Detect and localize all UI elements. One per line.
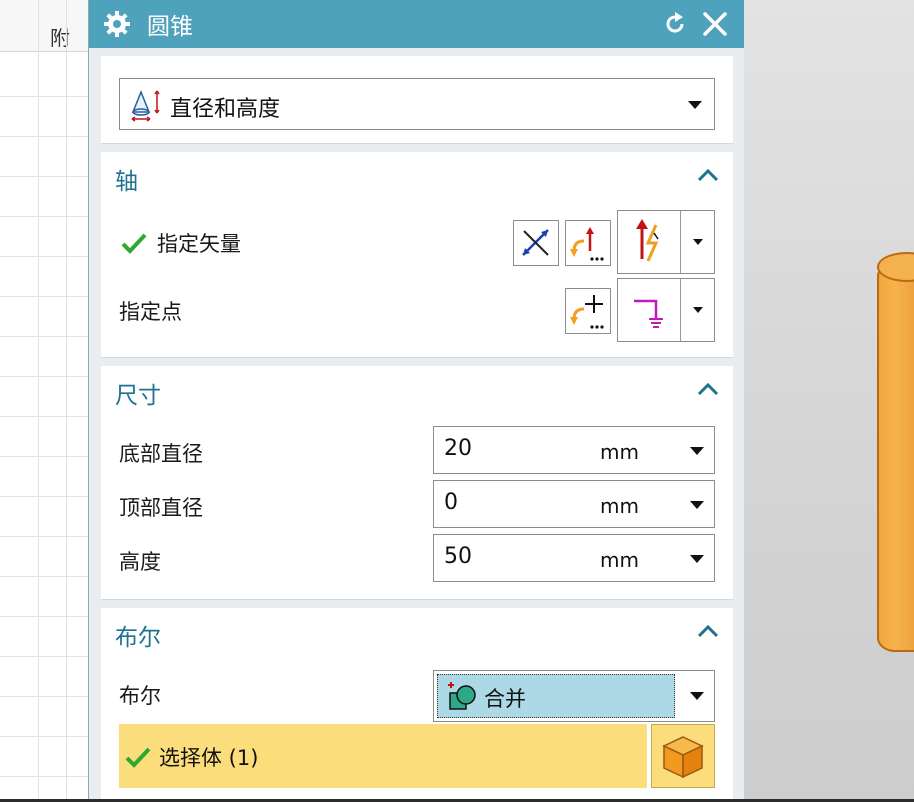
top-diameter-unit: mm	[600, 494, 639, 518]
grid-line	[0, 296, 90, 297]
grid-line	[0, 256, 90, 257]
chevron-down-icon[interactable]	[690, 555, 704, 563]
reverse-direction-button[interactable]	[513, 220, 559, 266]
top-diameter-label: 顶部直径	[119, 496, 203, 520]
axis-panel: 轴 指定矢量 指定点	[101, 152, 733, 358]
background-grid: 附	[0, 0, 90, 802]
dialog-titlebar: 圆锥	[89, 0, 744, 48]
grid-line	[0, 576, 90, 577]
inferred-point-icon	[634, 299, 663, 328]
height-field[interactable]: 50 mm	[433, 534, 715, 582]
grid-line	[66, 0, 67, 802]
height-unit: mm	[600, 548, 639, 572]
dimensions-section-title[interactable]: 尺寸	[115, 376, 161, 410]
point-dialog-icon	[570, 295, 604, 329]
cylinder-body[interactable]	[877, 262, 914, 652]
check-icon	[125, 747, 151, 768]
grid-line	[0, 496, 90, 497]
cone-type-value: 直径和高度	[170, 97, 281, 122]
boolean-value: 合并	[484, 687, 526, 711]
dialog-title: 圆锥	[147, 14, 193, 40]
cone-type-dropdown[interactable]: 直径和高度	[119, 78, 715, 130]
grid-line	[0, 96, 90, 97]
chevron-down-icon[interactable]	[690, 501, 704, 509]
grid-line	[0, 776, 90, 777]
chevron-down-icon[interactable]	[690, 447, 704, 455]
vector-dialog-button[interactable]	[565, 220, 611, 266]
inferred-point-dropdown[interactable]	[617, 278, 715, 342]
type-panel: 直径和高度	[101, 56, 733, 144]
top-diameter-value: 0	[444, 490, 458, 515]
grid-line	[0, 536, 90, 537]
reverse-direction-icon	[522, 229, 549, 256]
bottom-diameter-value: 20	[444, 436, 472, 461]
select-body-label: 选择体 (1)	[159, 746, 259, 770]
grid-line	[0, 656, 90, 657]
reset-icon[interactable]	[662, 11, 688, 37]
column-header-label: 附	[50, 26, 70, 50]
grid-line	[0, 136, 90, 137]
top-diameter-field[interactable]: 0 mm	[433, 480, 715, 528]
inferred-vector-dropdown[interactable]	[617, 210, 715, 274]
specify-point-label: 指定点	[119, 300, 182, 324]
chevron-up-icon[interactable]	[697, 624, 719, 638]
check-icon	[121, 233, 147, 254]
grid-line	[0, 336, 90, 337]
grid-line	[0, 696, 90, 697]
select-body-row[interactable]: 选择体 (1)	[119, 724, 647, 788]
grid-line	[0, 176, 90, 177]
grid-line	[0, 376, 90, 377]
grid-line	[0, 216, 90, 217]
close-icon[interactable]	[702, 11, 728, 37]
boolean-selected-option: 合并	[437, 674, 675, 718]
chevron-down-icon	[688, 101, 702, 109]
bottom-diameter-label: 底部直径	[119, 442, 203, 466]
grid-line	[0, 456, 90, 457]
vector-dialog-icon	[570, 227, 604, 261]
chevron-up-icon[interactable]	[697, 168, 719, 182]
chevron-down-icon	[693, 239, 703, 245]
axis-section-title[interactable]: 轴	[115, 162, 138, 196]
grid-line	[0, 736, 90, 737]
boolean-section-title[interactable]: 布尔	[115, 618, 161, 652]
chevron-down-icon	[693, 307, 703, 313]
chevron-up-icon[interactable]	[697, 382, 719, 396]
height-value: 50	[444, 544, 472, 569]
bottom-diameter-field[interactable]: 20 mm	[433, 426, 715, 474]
grid-line	[0, 416, 90, 417]
grid-line	[0, 616, 90, 617]
unite-icon	[448, 682, 476, 710]
bottom-diameter-unit: mm	[600, 440, 639, 464]
column-header: 附	[0, 0, 90, 52]
boolean-label: 布尔	[119, 684, 161, 708]
chevron-down-icon	[690, 692, 704, 700]
cone-diameter-height-icon	[131, 89, 160, 122]
gear-icon[interactable]	[103, 10, 131, 38]
boolean-dropdown[interactable]: 合并	[433, 670, 715, 722]
point-dialog-button[interactable]	[565, 288, 611, 334]
solid-body-icon	[662, 736, 704, 779]
grid-line	[38, 0, 39, 802]
boolean-panel: 布尔 布尔 合并 选择体 (1)	[101, 608, 733, 802]
dimensions-panel: 尺寸 底部直径 20 mm 顶部直径 0 mm 高度 50 mm	[101, 366, 733, 600]
height-label: 高度	[119, 550, 161, 574]
cone-dialog: 圆锥 直径和高度 轴 指定矢量 指定点 尺寸 底部直径 20 mm 顶部直径 0…	[88, 0, 744, 802]
specify-vector-label: 指定矢量	[157, 232, 241, 256]
select-body-button[interactable]	[651, 724, 715, 788]
inferred-vector-icon	[636, 219, 659, 262]
